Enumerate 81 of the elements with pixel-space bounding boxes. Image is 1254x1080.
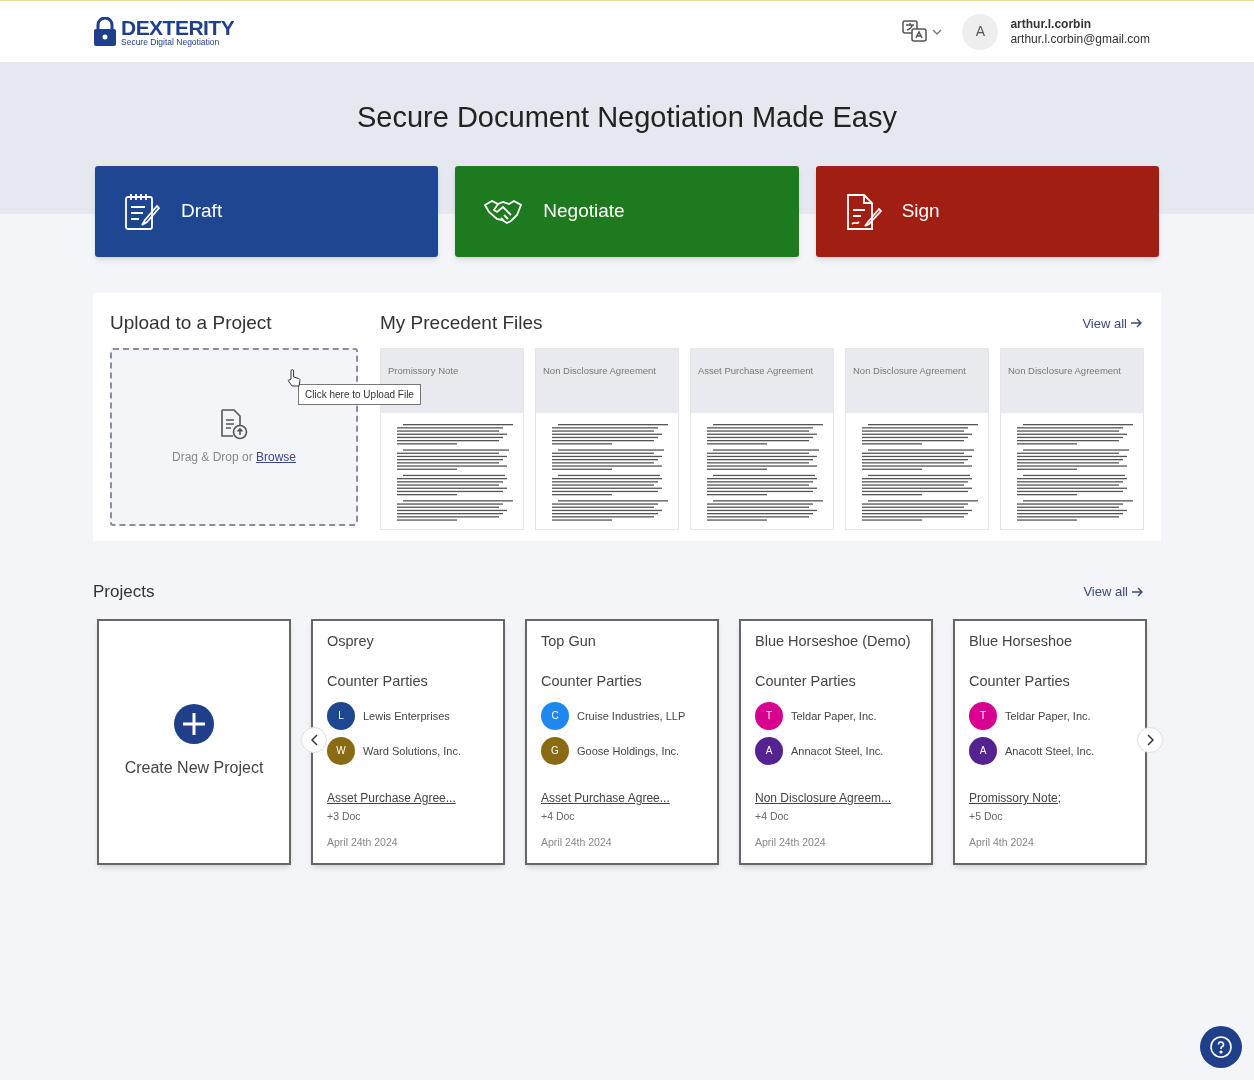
- party-avatar: T: [755, 701, 783, 730]
- counter-parties-label: Counter Parties: [969, 671, 1071, 691]
- project-name: Blue Horseshoe: [969, 632, 1074, 651]
- counter-parties-label: Counter Parties: [327, 671, 429, 691]
- project-card[interactable]: Top Gun Counter Parties C Cruise Industries, LLP G Goose Holdings, Inc. Asset Purchase Agree... +4 Doc April 24th 2024: [525, 618, 719, 865]
- arrow-right-icon: [1132, 586, 1143, 597]
- project-name: Blue Horseshoe (Demo): [755, 632, 912, 651]
- project-date: April 4th 2024: [969, 834, 1035, 850]
- precedent-file-card[interactable]: Non Disclosure Agreement: [1000, 347, 1144, 530]
- document-link[interactable]: Asset Purchase Agree...: [327, 789, 489, 807]
- user-email: arthur.l.corbin@gmail.com: [1010, 31, 1150, 47]
- precedent-file-card[interactable]: Asset Purchase Agreement: [690, 347, 834, 530]
- logo-title: DEXTERITY: [121, 16, 235, 38]
- user-name: arthur.l.corbin: [1010, 16, 1093, 32]
- party-name: Teldar Paper, Inc.: [791, 708, 877, 724]
- file-title: Non Disclosure Agreement: [853, 364, 966, 376]
- chevron-left-icon: [310, 733, 318, 746]
- doc-count: +4 Doc: [755, 809, 790, 824]
- file-title: Non Disclosure Agreement: [543, 364, 656, 376]
- party-avatar: L: [327, 701, 355, 730]
- hand-cursor-icon: [287, 369, 301, 387]
- chevron-right-icon: [1146, 733, 1154, 746]
- action-card[interactable]: Sign: [815, 166, 1159, 257]
- project-name: Osprey: [327, 632, 375, 651]
- project-card[interactable]: Blue Horseshoe (Demo) Counter Parties T Teldar Paper, Inc. A Annacot Steel, Inc. Non Disclosure Agreem... +4 Doc April 24th 2024: [739, 618, 933, 865]
- project-card[interactable]: Osprey Counter Parties L Lewis Enterprises W Ward Solutions, Inc. Asset Purchase Agree... +3 Doc April 24th 2024: [311, 618, 505, 865]
- chevron-down-icon: [932, 28, 943, 35]
- document-link[interactable]: Asset Purchase Agree...: [541, 789, 703, 807]
- party-avatar: C: [541, 701, 569, 730]
- upload-hint: Drag & Drop or Browse: [171, 448, 297, 466]
- plus-circle-icon: [174, 703, 214, 744]
- arrow-right-icon: [1131, 318, 1142, 329]
- notepad-icon: [123, 191, 161, 232]
- project-card[interactable]: Blue Horseshoe Counter Parties T Teldar Paper, Inc. A Anacott Steel, Inc. Promissory Note; +5 Doc April 4th 2024: [953, 618, 1147, 865]
- user-avatar[interactable]: A: [962, 13, 999, 50]
- file-title: Asset Purchase Agreement: [698, 364, 814, 376]
- section-title: Upload to a Project: [110, 311, 273, 335]
- file-title: Promissory Note: [388, 364, 459, 376]
- browse-link[interactable]: Browse: [256, 449, 297, 464]
- action-card[interactable]: Draft: [95, 166, 439, 257]
- doc-count: +3 Doc: [327, 809, 362, 824]
- section-title: Projects: [93, 581, 155, 603]
- party-name: Anacott Steel, Inc.: [1005, 743, 1095, 759]
- project-name: Top Gun: [541, 632, 597, 651]
- project-date: April 24th 2024: [755, 834, 827, 850]
- party-avatar: W: [327, 736, 355, 765]
- logo-subtitle: Secure Digital Negotiation: [121, 37, 221, 47]
- document-link[interactable]: Non Disclosure Agreem...: [755, 789, 917, 807]
- party-avatar: A: [755, 736, 783, 765]
- language-button[interactable]: [902, 19, 943, 44]
- counter-parties-label: Counter Parties: [755, 671, 857, 691]
- doc-count: +4 Doc: [541, 809, 576, 824]
- party-name: Teldar Paper, Inc.: [1005, 708, 1091, 724]
- party-name: Goose Holdings, Inc.: [577, 743, 680, 759]
- file-title: Non Disclosure Agreement: [1008, 364, 1121, 376]
- party-name: Lewis Enterprises: [363, 708, 450, 724]
- party-avatar: T: [969, 701, 997, 730]
- precedent-file-card[interactable]: Non Disclosure Agreement: [845, 347, 989, 530]
- translate-icon: [902, 19, 929, 44]
- project-date: April 24th 2024: [541, 834, 613, 850]
- file-upload-icon: [219, 407, 249, 440]
- party-name: Annacot Steel, Inc.: [791, 743, 884, 759]
- party-avatar: A: [969, 736, 997, 765]
- help-icon: [1209, 1035, 1233, 1059]
- party-name: Ward Solutions, Inc.: [363, 743, 462, 759]
- help-button[interactable]: [1200, 1026, 1242, 1068]
- counter-parties-label: Counter Parties: [541, 671, 643, 691]
- create-project-card[interactable]: Create New Project: [97, 618, 291, 865]
- doc-count: +5 Doc: [969, 809, 1004, 824]
- party-avatar: G: [541, 736, 569, 765]
- view-all-link[interactable]: View all: [1083, 582, 1143, 602]
- document-link[interactable]: Promissory Note;: [969, 789, 1131, 807]
- view-all-link[interactable]: View all: [1082, 313, 1142, 333]
- action-card[interactable]: Negotiate: [455, 166, 799, 257]
- project-date: April 24th 2024: [327, 834, 399, 850]
- padlock-icon: [93, 16, 117, 47]
- upload-tooltip: Click here to Upload File: [298, 384, 421, 405]
- section-title: My Precedent Files: [380, 311, 543, 335]
- party-name: Cruise Industries, LLP: [577, 708, 686, 724]
- hero-title: Secure Document Negotiation Made Easy: [357, 100, 897, 135]
- precedent-file-card[interactable]: Non Disclosure Agreement: [535, 347, 679, 530]
